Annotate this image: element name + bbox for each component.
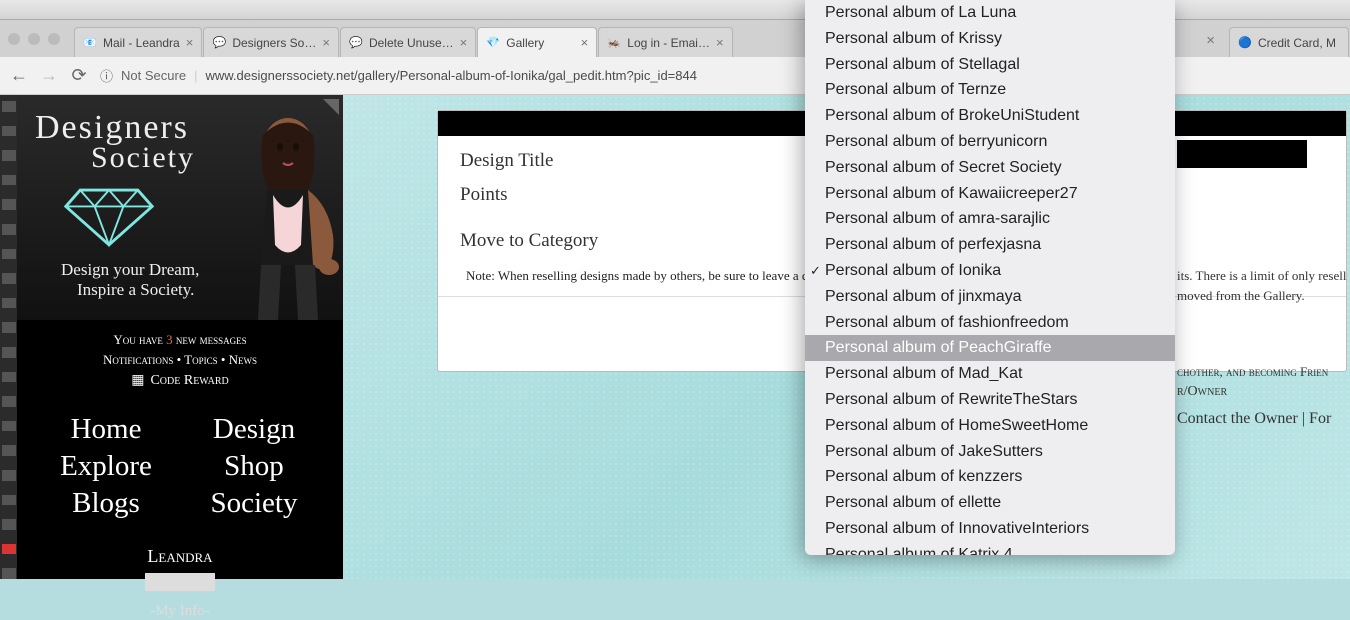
tab-close-icon[interactable]: × [460, 35, 468, 50]
reload-button[interactable]: ⟳ [70, 67, 88, 85]
contact-owner-link[interactable]: Contact the Owner | For [1177, 410, 1350, 428]
tab-favicon-icon: 📧 [83, 36, 97, 50]
dropdown-option[interactable]: Personal album of JakeSutters [805, 439, 1175, 465]
maximize-window[interactable] [48, 33, 60, 45]
dropdown-option[interactable]: Personal album of fashionfreedom [805, 310, 1175, 336]
nav-explore[interactable]: Explore [41, 450, 171, 483]
tab-favicon-icon: 💬 [212, 36, 226, 50]
browser-tab[interactable]: 📧 Mail - Leandra × [74, 27, 202, 57]
url-text: www.designerssociety.net/gallery/Persona… [205, 68, 697, 83]
browser-tab[interactable]: 🔵 Credit Card, M [1229, 27, 1349, 57]
tab-favicon-icon: 🦗 [607, 36, 621, 50]
dropdown-option[interactable]: Personal album of Kawaiicreeper27 [805, 181, 1175, 207]
tab-close-icon[interactable]: × [1206, 32, 1215, 49]
window-controls[interactable] [8, 33, 60, 45]
nav-blogs[interactable]: Blogs [41, 487, 171, 520]
browser-tab[interactable]: 💬 Delete Unuse… × [340, 27, 476, 57]
category-dropdown[interactable]: Personal album of La LunaPersonal album … [805, 0, 1175, 555]
messages-bar[interactable]: You have 3 new messages Notifications • … [17, 320, 343, 401]
dropdown-option[interactable]: Personal album of La Luna [805, 0, 1175, 26]
my-info-link[interactable]: -My Info- [17, 603, 343, 620]
nav-shop[interactable]: Shop [189, 450, 319, 483]
nav-home[interactable]: Home [41, 413, 171, 446]
dropdown-option[interactable]: Personal album of Mad_Kat [805, 361, 1175, 387]
user-block: Leandra -My Info- [17, 546, 343, 620]
dropdown-option[interactable]: Personal album of kenzzers [805, 464, 1175, 490]
dropdown-option[interactable]: Personal album of Ionika [805, 258, 1175, 284]
browser-tab[interactable]: 💎 Gallery × [477, 27, 597, 57]
dropdown-option[interactable]: Personal album of perfexjasna [805, 232, 1175, 258]
user-thumbnail[interactable] [145, 573, 215, 591]
dropdown-option[interactable]: Personal album of Krissy [805, 26, 1175, 52]
close-window[interactable] [8, 33, 20, 45]
dropdown-option[interactable]: Personal album of ellette [805, 490, 1175, 516]
tab-close-icon[interactable]: × [716, 35, 724, 50]
avatar-image [213, 105, 343, 320]
dropdown-option[interactable]: Personal album of PeachGiraffe [805, 335, 1175, 361]
qr-icon: ▦ [131, 372, 144, 389]
tab-close-icon[interactable]: × [186, 35, 194, 50]
new-messages-line[interactable]: You have 3 new messages [27, 332, 333, 348]
tab-favicon-icon: 💬 [349, 36, 363, 50]
browser-tab[interactable]: 💬 Designers So… × [203, 27, 339, 57]
tab-label: Delete Unuse… [369, 36, 454, 50]
tab-favicon-icon: 🔵 [1238, 36, 1252, 50]
nav-society[interactable]: Society [189, 487, 319, 520]
site-header: Designers Society Design your Dream, Ins… [17, 95, 343, 320]
minimize-window[interactable] [28, 33, 40, 45]
tab-close-icon[interactable]: × [581, 35, 589, 50]
tab-close-icon[interactable]: × [322, 35, 330, 50]
dropdown-option[interactable]: Personal album of Katrix.4 [805, 542, 1175, 555]
black-header-strip [1177, 140, 1307, 168]
dropdown-option[interactable]: Personal album of Stellagal [805, 52, 1175, 78]
dropdown-option[interactable]: Personal album of Secret Society [805, 155, 1175, 181]
dropdown-option[interactable]: Personal album of RewriteTheStars [805, 387, 1175, 413]
tab-label: Credit Card, M [1258, 36, 1336, 50]
tab-favicon-icon: 💎 [486, 36, 500, 50]
dropdown-option[interactable]: Personal album of jinxmaya [805, 284, 1175, 310]
back-button[interactable]: ← [10, 67, 28, 85]
dropdown-option[interactable]: Personal album of BrokeUniStudent [805, 103, 1175, 129]
username[interactable]: Leandra [17, 546, 343, 567]
tab-label: Log in - Emai… [627, 36, 710, 50]
right-panel-peek: its. There is a limit of only resell mov… [1177, 140, 1350, 428]
notifications-line[interactable]: Notifications • Topics • News [27, 352, 333, 368]
browser-tab[interactable]: 🦗 Log in - Emai… × [598, 27, 732, 57]
tab-label: Gallery [506, 36, 544, 50]
site-sidebar: Designers Society Design your Dream, Ins… [17, 95, 343, 579]
tab-label: Designers So… [232, 36, 316, 50]
dropdown-option[interactable]: Personal album of amra-sarajlic [805, 206, 1175, 232]
code-reward-line[interactable]: ▦ Code Reward [27, 372, 333, 389]
dropdown-option[interactable]: Personal album of Ternze [805, 77, 1175, 103]
dropdown-option[interactable]: Personal album of InnovativeInteriors [805, 516, 1175, 542]
os-dock-strip [0, 95, 17, 579]
forward-button[interactable]: → [40, 67, 58, 85]
tab-label: Mail - Leandra [103, 36, 180, 50]
info-icon: ⓘ [100, 66, 113, 85]
security-status: Not Secure [121, 68, 186, 83]
nav-design[interactable]: Design [189, 413, 319, 446]
main-nav: Home Design Explore Shop Blogs Society [17, 401, 343, 532]
dropdown-option[interactable]: Personal album of berryunicorn [805, 129, 1175, 155]
dropdown-option[interactable]: Personal album of HomeSweetHome [805, 413, 1175, 439]
